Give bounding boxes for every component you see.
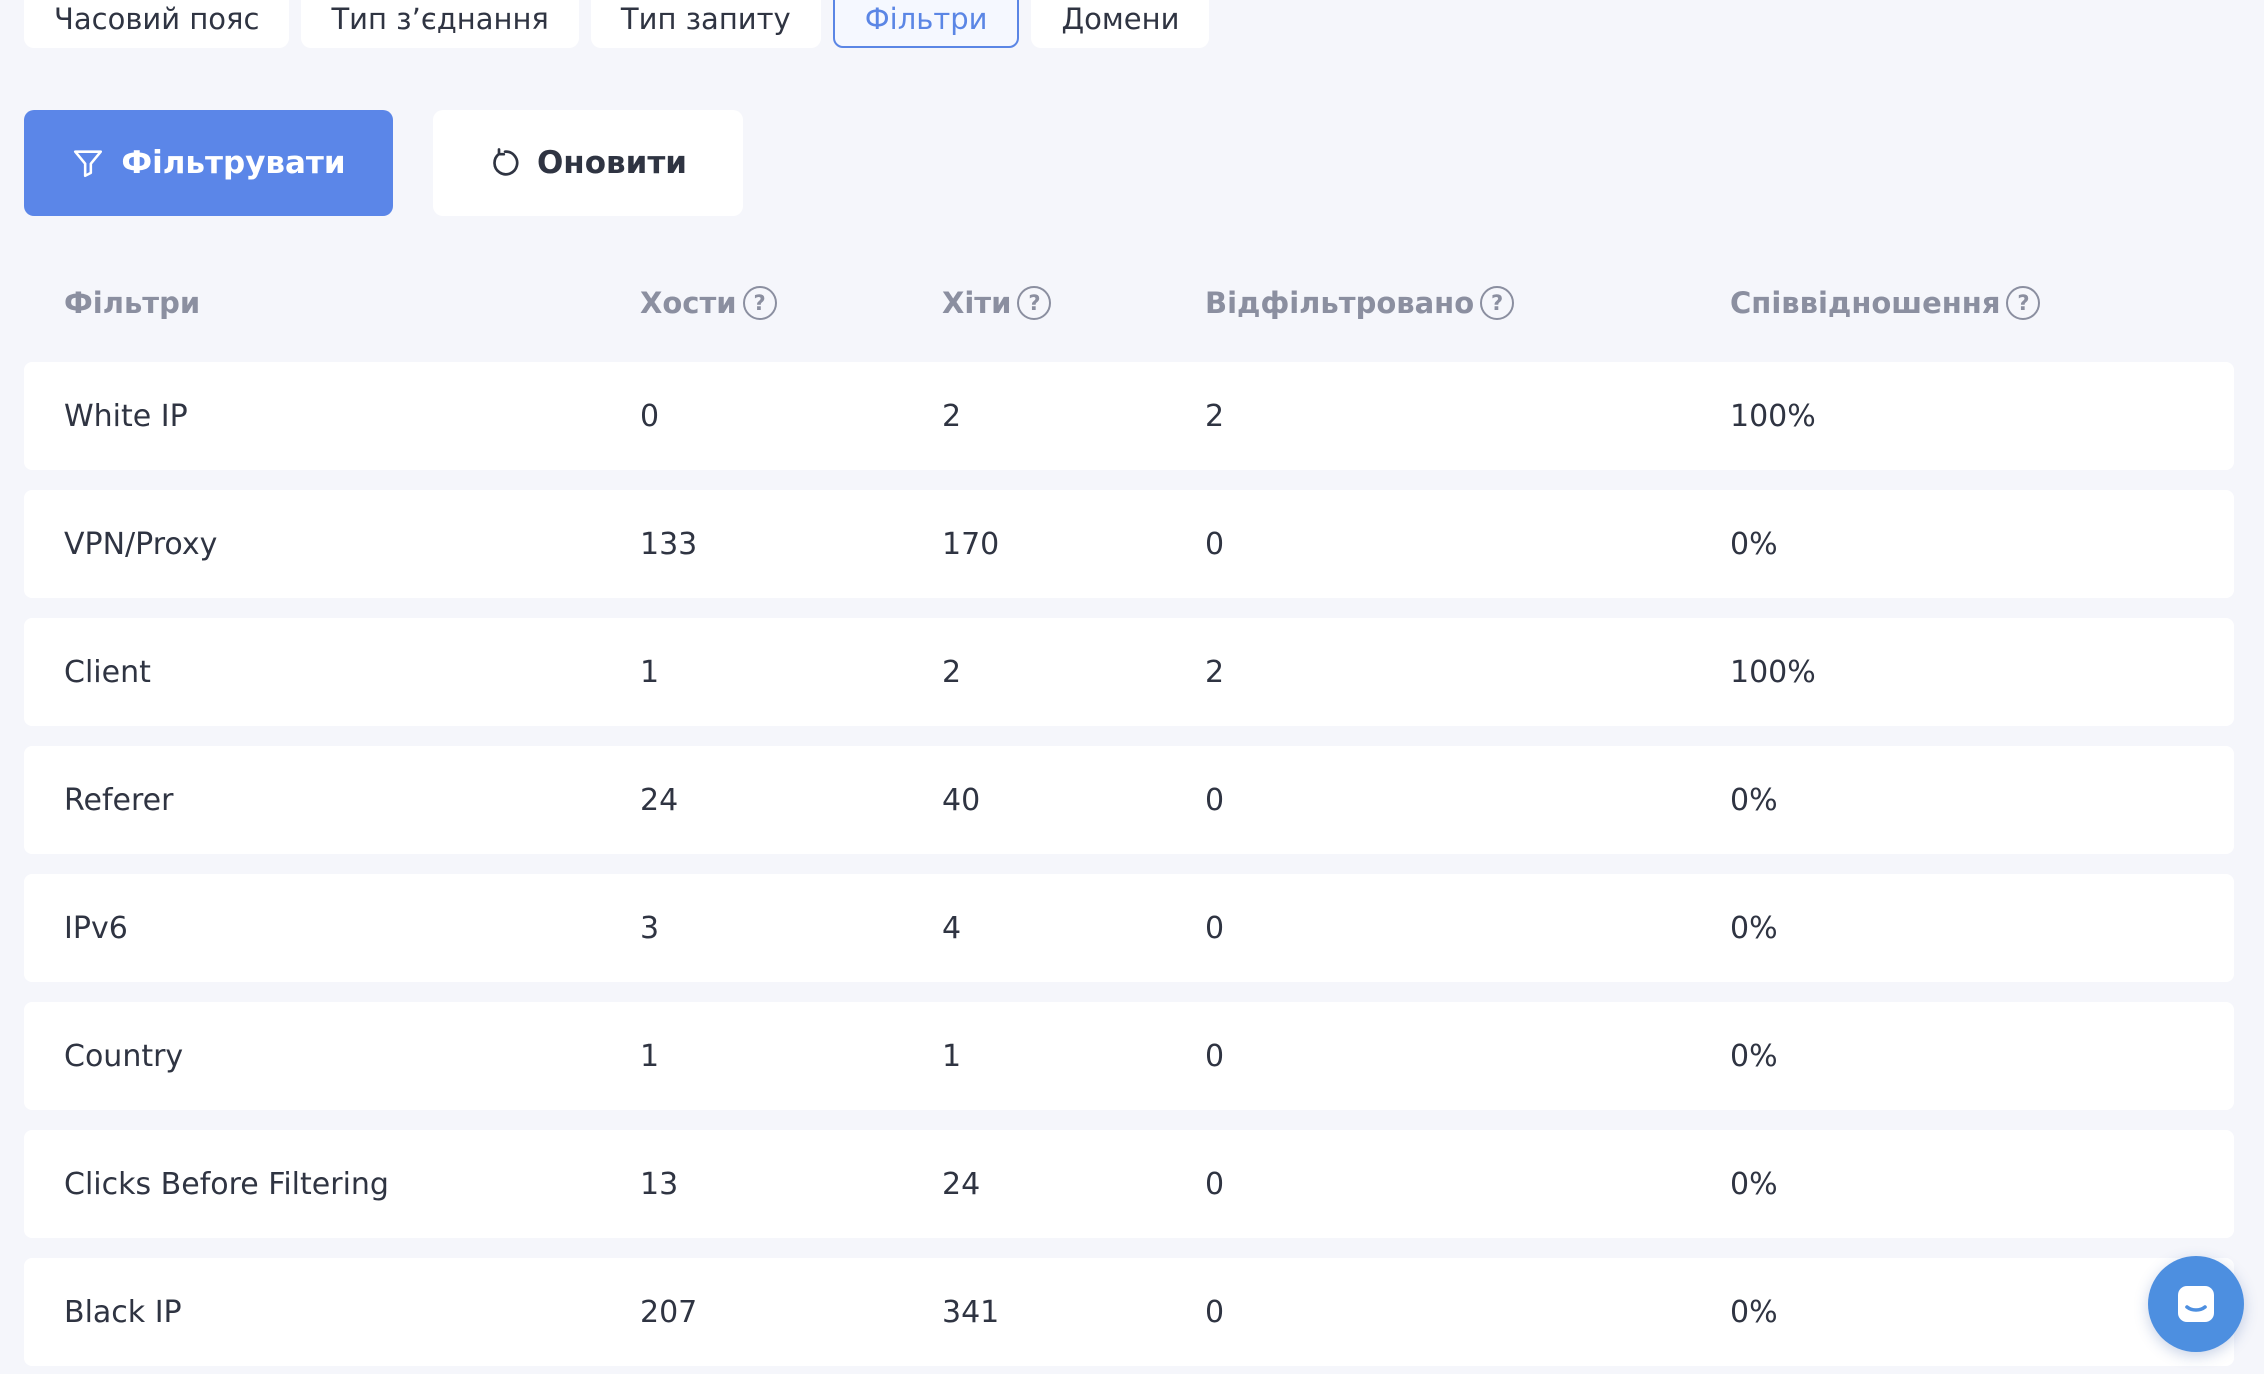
cell-ratio: 0%	[1730, 1038, 1778, 1074]
cell-filter-name: Referer	[64, 782, 174, 818]
action-bar: Фільтрувати Оновити	[24, 110, 743, 216]
tab-bar: Часовий пояс Тип з’єднання Тип запиту Фі…	[24, 0, 1210, 48]
cell-hosts: 1	[640, 654, 660, 690]
tab-domains[interactable]: Домени	[1031, 0, 1210, 48]
filter-button-label: Фільтрувати	[121, 145, 346, 181]
cell-filter-name: IPv6	[64, 910, 128, 946]
filter-button[interactable]: Фільтрувати	[24, 110, 393, 216]
table-row: VPN/Proxy 133 170 0 0%	[24, 490, 2234, 598]
table-row: White IP 0 2 2 100%	[24, 362, 2234, 470]
cell-hosts: 1	[640, 1038, 660, 1074]
column-header-label: Фільтри	[64, 286, 201, 320]
cell-hosts: 24	[640, 782, 679, 818]
question-circle-icon[interactable]: ?	[2006, 286, 2041, 320]
refresh-button[interactable]: Оновити	[433, 110, 743, 216]
filters-page: Часовий пояс Тип з’єднання Тип запиту Фі…	[0, 0, 2264, 1374]
cell-hosts: 3	[640, 910, 660, 946]
question-circle-icon[interactable]: ?	[1480, 286, 1515, 320]
cell-filter-name: Clicks Before Filtering	[64, 1166, 389, 1202]
cell-filtered: 2	[1205, 398, 1225, 434]
tab-connection-type[interactable]: Тип з’єднання	[301, 0, 579, 48]
column-header-filtered: Відфільтровано ?	[1205, 286, 1515, 320]
cell-hits: 40	[942, 782, 981, 818]
cell-ratio: 100%	[1730, 398, 1816, 434]
table-row: Country 1 1 0 0%	[24, 1002, 2234, 1110]
cell-filter-name: Country	[64, 1038, 184, 1074]
refresh-button-label: Оновити	[536, 145, 688, 181]
cell-filtered: 0	[1205, 1294, 1225, 1330]
cell-hits: 341	[942, 1294, 1000, 1330]
column-header-ratio: Співвідношення ?	[1730, 286, 2041, 320]
cell-hosts: 207	[640, 1294, 698, 1330]
cell-filter-name: VPN/Proxy	[64, 526, 218, 562]
cell-hosts: 0	[640, 398, 660, 434]
cell-hits: 4	[942, 910, 962, 946]
column-header-hosts: Хости ?	[640, 286, 777, 320]
cell-ratio: 100%	[1730, 654, 1816, 690]
cell-ratio: 0%	[1730, 1166, 1778, 1202]
cell-filtered: 2	[1205, 654, 1225, 690]
tab-request-type[interactable]: Тип запиту	[590, 0, 821, 48]
table-row: Black IP 207 341 0 0%	[24, 1258, 2234, 1366]
column-header-label: Співвідношення	[1730, 286, 2001, 320]
cell-ratio: 0%	[1730, 910, 1778, 946]
tab-timezone[interactable]: Часовий пояс	[24, 0, 290, 48]
column-header-label: Відфільтровано	[1205, 286, 1475, 320]
filters-table-body: White IP 0 2 2 100% VPN/Proxy 133 170 0 …	[24, 362, 2234, 1374]
cell-filter-name: Client	[64, 654, 151, 690]
cell-filter-name: White IP	[64, 398, 188, 434]
cell-hits: 1	[942, 1038, 962, 1074]
cell-hosts: 133	[640, 526, 698, 562]
column-header-filters: Фільтри	[64, 286, 200, 320]
filter-funnel-icon	[74, 150, 103, 178]
cell-ratio: 0%	[1730, 526, 1778, 562]
table-row: Clicks Before Filtering 13 24 0 0%	[24, 1130, 2234, 1238]
cell-filtered: 0	[1205, 782, 1225, 818]
cell-filtered: 0	[1205, 526, 1225, 562]
table-row: IPv6 3 4 0 0%	[24, 874, 2234, 982]
cell-hits: 170	[942, 526, 1000, 562]
cell-filtered: 0	[1205, 1038, 1225, 1074]
column-header-label: Хіти	[942, 286, 1012, 320]
table-header: Фільтри Хости ? Хіти ? Відфільтровано ? …	[24, 268, 2234, 338]
question-circle-icon[interactable]: ?	[742, 286, 777, 320]
chat-widget-button[interactable]	[2148, 1256, 2244, 1352]
refresh-icon	[493, 148, 519, 176]
column-header-hits: Хіти ?	[942, 286, 1052, 320]
cell-filter-name: Black IP	[64, 1294, 182, 1330]
cell-hosts: 13	[640, 1166, 679, 1202]
column-header-label: Хости	[640, 286, 737, 320]
cell-filtered: 0	[1205, 1166, 1225, 1202]
cell-filtered: 0	[1205, 910, 1225, 946]
table-row: Client 1 2 2 100%	[24, 618, 2234, 726]
cell-hits: 24	[942, 1166, 981, 1202]
tab-filters[interactable]: Фільтри	[832, 0, 1020, 48]
table-row: Referer 24 40 0 0%	[24, 746, 2234, 854]
cell-ratio: 0%	[1730, 782, 1778, 818]
cell-ratio: 0%	[1730, 1294, 1778, 1330]
question-circle-icon[interactable]: ?	[1017, 286, 1052, 320]
cell-hits: 2	[942, 654, 962, 690]
chat-bubble-icon	[2178, 1286, 2214, 1322]
cell-hits: 2	[942, 398, 962, 434]
